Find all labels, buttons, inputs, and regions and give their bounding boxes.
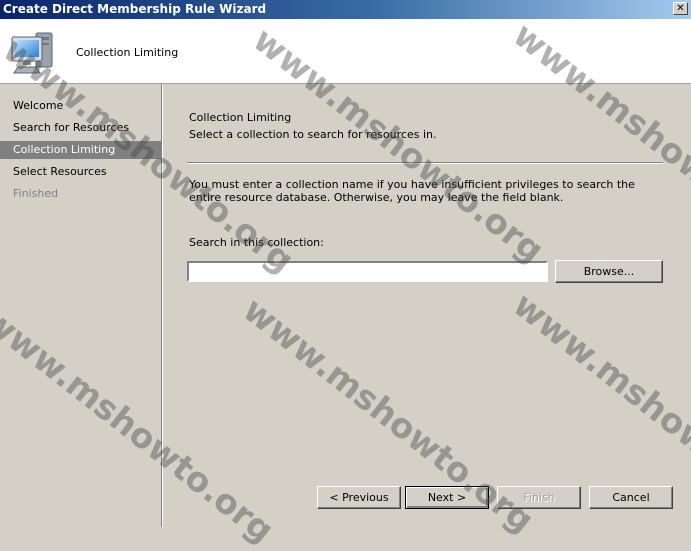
wizard-steps-nav: Welcome Search for Resources Collection …	[0, 84, 162, 527]
nav-item-collection-limiting[interactable]: Collection Limiting	[0, 141, 161, 159]
nav-item-finished: Finished	[13, 187, 59, 200]
wizard-header: Collection Limiting	[0, 19, 691, 84]
content-separator	[187, 162, 663, 164]
close-icon: ✕	[676, 3, 685, 14]
header-title: Collection Limiting	[76, 46, 179, 59]
window-title: Create Direct Membership Rule Wizard	[3, 2, 267, 16]
next-button[interactable]: Next >	[405, 486, 489, 509]
collection-field-label: Search in this collection:	[189, 236, 324, 249]
computer-icon	[11, 32, 53, 74]
info-text: You must enter a collection name if you …	[189, 178, 635, 204]
browse-button[interactable]: Browse...	[555, 260, 663, 283]
nav-item-search-for-resources[interactable]: Search for Resources	[0, 119, 161, 137]
page-title: Collection Limiting	[189, 111, 292, 124]
nav-item-welcome[interactable]: Welcome	[0, 97, 161, 115]
title-bar: Create Direct Membership Rule Wizard ✕	[0, 0, 691, 19]
previous-button[interactable]: < Previous	[317, 486, 401, 509]
wizard-content: Collection Limiting Select a collection …	[163, 84, 691, 527]
close-button[interactable]: ✕	[673, 2, 688, 15]
nav-item-select-resources[interactable]: Select Resources	[0, 163, 161, 181]
collection-search-input[interactable]	[187, 261, 548, 282]
cancel-button[interactable]: Cancel	[589, 486, 673, 509]
page-subtitle: Select a collection to search for resour…	[189, 128, 437, 141]
finish-button: Finish	[497, 486, 581, 509]
